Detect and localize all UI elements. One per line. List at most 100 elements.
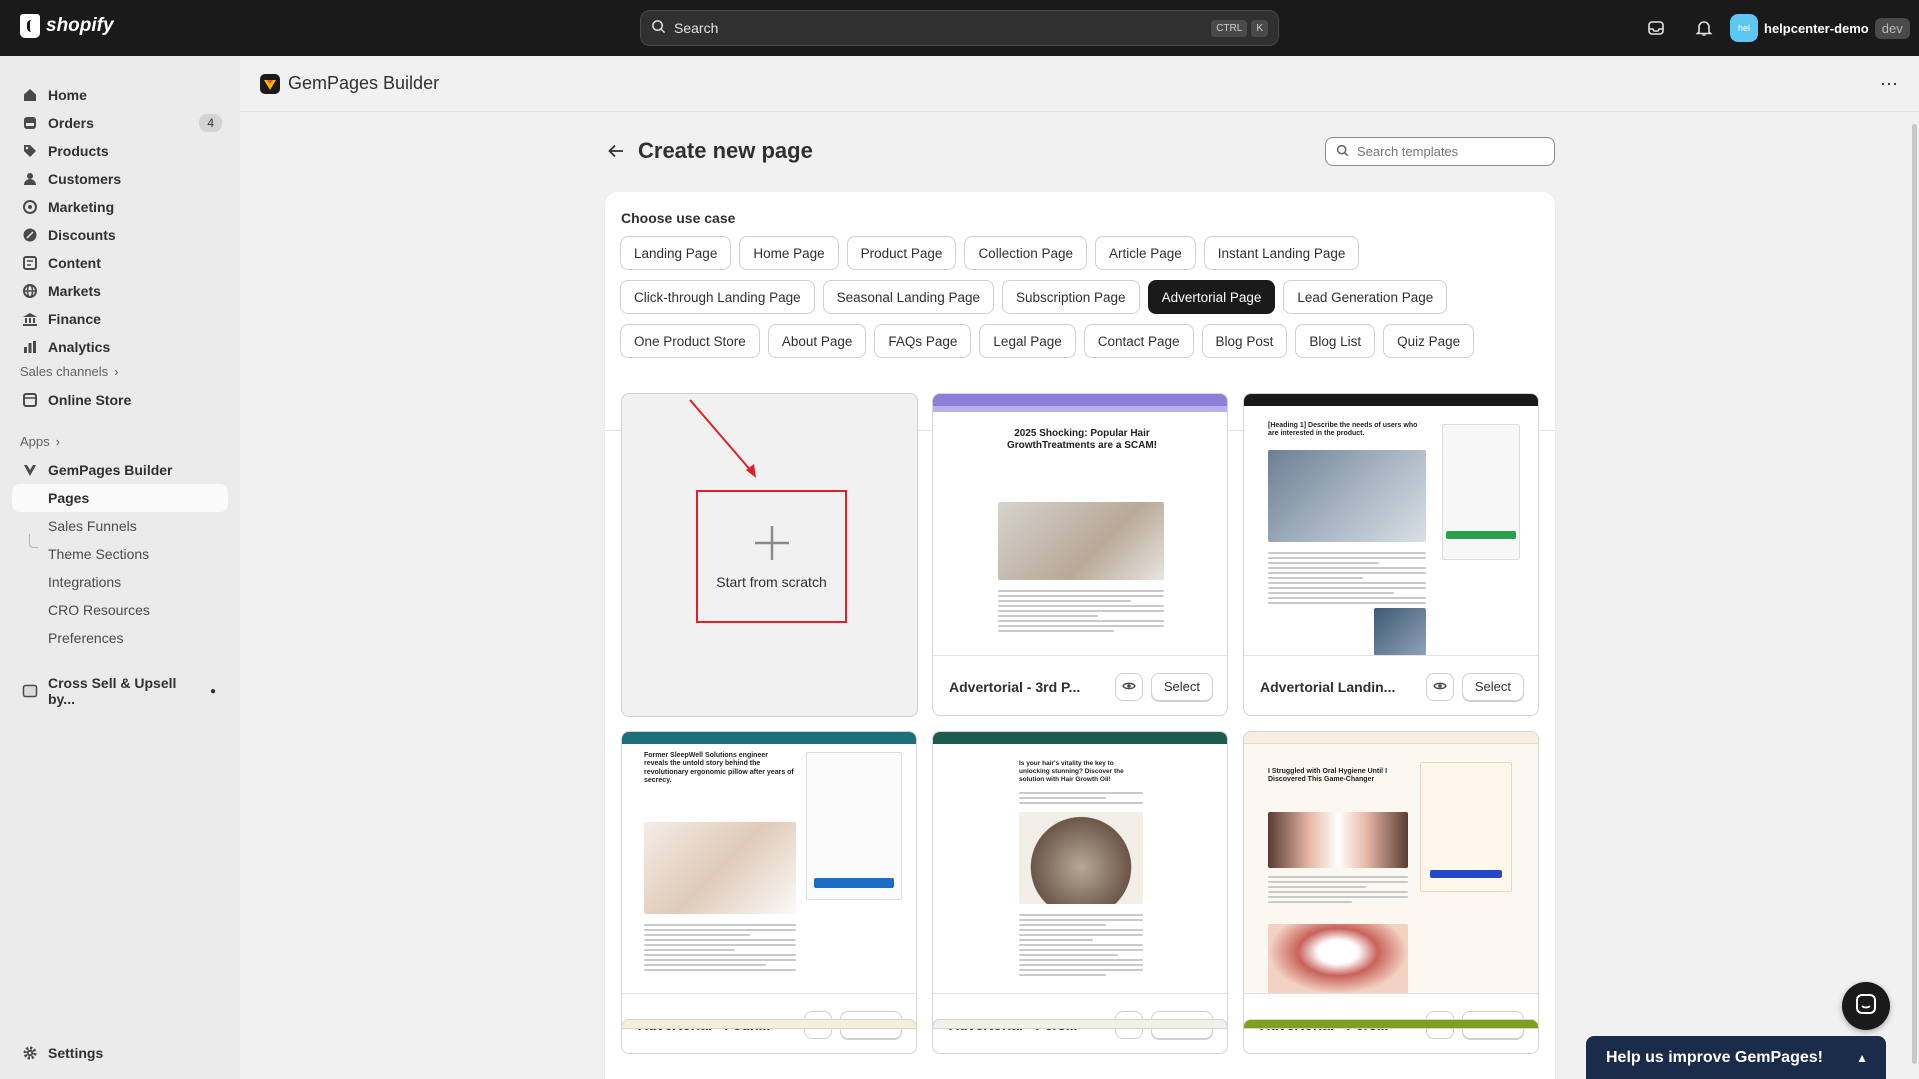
thumb-cta [814, 878, 894, 888]
thumb-text-lines [1268, 552, 1426, 607]
sidebar-item-home[interactable]: Home [12, 81, 228, 109]
template-thumbnail[interactable]: 2025 Shocking: Popular Hair GrowthTreatm… [933, 394, 1227, 656]
app-icon [22, 683, 38, 699]
chip-blog-list[interactable]: Blog List [1295, 324, 1376, 358]
chip-advertorial-page[interactable]: Advertorial Page [1147, 280, 1276, 314]
inbox-icon[interactable] [1644, 16, 1668, 40]
more-actions-icon[interactable]: ⋯ [1880, 74, 1899, 95]
select-button[interactable]: Select [1150, 672, 1213, 701]
chip-lead-generation-page[interactable]: Lead Generation Page [1283, 280, 1448, 314]
template-thumbnail[interactable]: I Struggled with Oral Hygiene Until I Di… [1244, 732, 1538, 994]
store-switcher[interactable]: hel helpcenter-demo dev [1730, 14, 1910, 42]
sidebar: Home Orders 4 Products Customers Marketi… [0, 56, 240, 1079]
sidebar-item-orders[interactable]: Orders 4 [12, 109, 228, 137]
feedback-banner[interactable]: Help us improve GemPages! ▲ [1586, 1036, 1886, 1079]
brand-name: shopify [46, 15, 114, 36]
template-card-3[interactable]: Former SleepWell Solutions engineer reve… [621, 731, 917, 1054]
sidebar-subitem-sales-funnels[interactable]: Sales Funnels [12, 512, 228, 540]
thumb-text-lines [644, 924, 796, 974]
sidebar-item-online-store[interactable]: Online Store [12, 386, 228, 414]
chip-home-page[interactable]: Home Page [739, 236, 839, 270]
sidebar-item-label: Finance [48, 311, 101, 327]
target-icon [22, 199, 38, 215]
chip-subscription-page[interactable]: Subscription Page [1001, 280, 1140, 314]
thumb-cta [1430, 870, 1502, 878]
template-card-peek[interactable] [621, 1019, 917, 1029]
sidebar-subitem-theme-sections[interactable]: Theme Sections [12, 540, 228, 568]
thumb-headline: Is your hair's vitality the key to unloc… [1019, 760, 1124, 783]
sidebar-item-label: Marketing [48, 199, 115, 215]
select-button[interactable]: Select [1461, 672, 1524, 701]
template-thumbnail[interactable]: Is your hair's vitality the key to unloc… [933, 732, 1227, 994]
template-thumbnail[interactable]: [Heading 1] Describe the needs of users … [1244, 394, 1538, 656]
search-templates[interactable] [1325, 137, 1555, 166]
chip-contact-page[interactable]: Contact Page [1083, 324, 1194, 358]
sidebar-subitem-integrations[interactable]: Integrations [12, 568, 228, 596]
bell-icon[interactable] [1692, 16, 1716, 40]
chip-quiz-page[interactable]: Quiz Page [1383, 324, 1475, 358]
back-arrow-icon[interactable] [608, 138, 624, 164]
search-templates-input[interactable] [1357, 144, 1537, 159]
chip-product-page[interactable]: Product Page [846, 236, 957, 270]
scrollbar[interactable] [1912, 124, 1917, 1064]
dev-badge: dev [1874, 17, 1910, 39]
shopify-logo[interactable]: shopify [20, 14, 114, 38]
preview-eye-button[interactable] [1114, 672, 1143, 701]
sidebar-item-gempages[interactable]: GemPages Builder [12, 456, 228, 484]
sidebar-item-label: Customers [48, 171, 122, 187]
sidebar-item-markets[interactable]: Markets [12, 277, 228, 305]
chip-instant-landing-page[interactable]: Instant Landing Page [1203, 236, 1360, 270]
template-card-5[interactable]: I Struggled with Oral Hygiene Until I Di… [1243, 731, 1539, 1054]
app-header: GemPages Builder [240, 56, 1919, 112]
apps-heading[interactable]: Apps › [20, 434, 60, 449]
global-search[interactable]: Search CTRL K [640, 10, 1279, 46]
sidebar-item-label: Settings [48, 1045, 104, 1061]
thumb-text-lines-2 [1019, 914, 1143, 979]
sidebar-subitem-pages[interactable]: Pages [12, 484, 228, 512]
page-title: Create new page [638, 138, 813, 163]
sidebar-item-cross-sell[interactable]: Cross Sell & Upsell by... ● [12, 675, 228, 707]
template-card-1[interactable]: 2025 Shocking: Popular Hair GrowthTreatm… [932, 393, 1228, 716]
template-thumbnail[interactable]: Former SleepWell Solutions engineer reve… [622, 732, 916, 994]
chat-button[interactable] [1842, 982, 1890, 1030]
chip-blog-post[interactable]: Blog Post [1201, 324, 1288, 358]
template-card-peek[interactable] [932, 1019, 1228, 1029]
sidebar-item-analytics[interactable]: Analytics [12, 333, 228, 361]
top-bar: shopify Search CTRL K hel helpcenter-dem… [0, 0, 1919, 56]
sidebar-item-settings[interactable]: Settings [12, 1039, 228, 1067]
chip-legal-page[interactable]: Legal Page [979, 324, 1076, 358]
chart-icon [22, 339, 38, 355]
sidebar-subitem-preferences[interactable]: Preferences [12, 624, 228, 652]
eye-icon [1433, 678, 1447, 696]
chip-one-product-store[interactable]: One Product Store [620, 324, 760, 358]
chevron-up-icon[interactable]: ▲ [1856, 1051, 1868, 1065]
chip-row: One Product Store About Page FAQs Page L… [620, 324, 1550, 358]
chevron-right-icon: › [114, 364, 119, 379]
start-from-scratch-highlight[interactable]: Start from scratch [696, 490, 847, 623]
sidebar-item-products[interactable]: Products [12, 137, 228, 165]
preview-eye-button[interactable] [1425, 672, 1454, 701]
chip-about-page[interactable]: About Page [767, 324, 867, 358]
person-icon [22, 171, 38, 187]
sidebar-item-content[interactable]: Content [12, 249, 228, 277]
chip-article-page[interactable]: Article Page [1095, 236, 1196, 270]
sidebar-item-finance[interactable]: Finance [12, 305, 228, 333]
sidebar-item-marketing[interactable]: Marketing [12, 193, 228, 221]
template-card-peek[interactable] [1243, 1019, 1539, 1029]
chip-seasonal-landing-page[interactable]: Seasonal Landing Page [822, 280, 994, 314]
sidebar-item-customers[interactable]: Customers [12, 165, 228, 193]
sidebar-subitem-cro-resources[interactable]: CRO Resources [12, 596, 228, 624]
start-from-scratch-label: Start from scratch [716, 574, 827, 590]
chip-faqs-page[interactable]: FAQs Page [874, 324, 972, 358]
chip-collection-page[interactable]: Collection Page [964, 236, 1087, 270]
template-card-2[interactable]: [Heading 1] Describe the needs of users … [1243, 393, 1539, 716]
sidebar-item-discounts[interactable]: Discounts [12, 221, 228, 249]
gempages-logo-icon [260, 73, 280, 94]
page-header: Create new page [608, 138, 813, 164]
start-from-scratch-card[interactable]: Start from scratch [621, 393, 918, 717]
thumb-subheader-bar [933, 406, 1227, 412]
chip-landing-page[interactable]: Landing Page [620, 236, 732, 270]
sales-channels-heading[interactable]: Sales channels › [20, 364, 119, 379]
template-card-4[interactable]: Is your hair's vitality the key to unloc… [932, 731, 1228, 1054]
chip-click-through-landing-page[interactable]: Click-through Landing Page [620, 280, 815, 314]
